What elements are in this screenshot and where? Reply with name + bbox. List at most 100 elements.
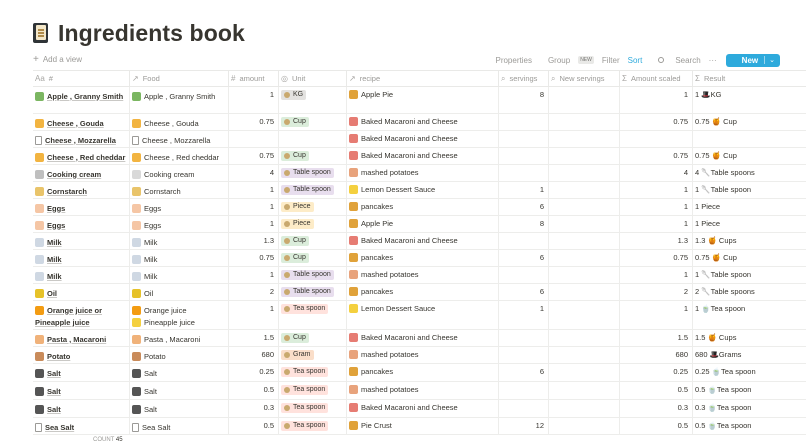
cell-food[interactable]: Cheese , Gouda — [130, 114, 229, 130]
cell-name[interactable]: Pasta , Macaroni — [33, 330, 130, 346]
cell-amount-scaled[interactable]: 1 — [620, 267, 693, 283]
cell-name[interactable]: Orange juice or Pineapple juice — [33, 301, 130, 329]
cell-new-servings[interactable] — [549, 418, 620, 434]
cell-amount[interactable]: 1 — [229, 267, 279, 283]
cell-name[interactable]: Cooking cream — [33, 165, 130, 181]
cell-food[interactable]: Cheese , Mozzarella — [130, 131, 229, 147]
cell-name[interactable]: Eggs — [33, 216, 130, 232]
recipe-relation[interactable]: Baked Macaroni and Cheese — [349, 151, 458, 160]
add-view-button[interactable]: + Add a view — [33, 54, 82, 64]
cell-recipe[interactable]: mashed potatoes — [347, 347, 499, 363]
column-header-name[interactable]: Aa # — [33, 71, 130, 86]
cell-servings[interactable] — [499, 382, 549, 399]
cell-unit[interactable]: Tea spoon — [279, 418, 347, 434]
table-row[interactable]: Milk Milk 1 Table spoon mashed potatoes 1 1 🥄T… — [33, 267, 806, 284]
cell-new-servings[interactable] — [549, 250, 620, 266]
cell-food[interactable]: Sea Salt — [130, 418, 229, 434]
cell-new-servings[interactable] — [549, 148, 620, 164]
cell-amount[interactable] — [229, 131, 279, 147]
cell-recipe[interactable]: Baked Macaroni and Cheese — [347, 233, 499, 249]
cell-name[interactable]: Sea Salt — [33, 418, 130, 434]
cell-amount-scaled[interactable]: 1.3 — [620, 233, 693, 249]
table-row[interactable]: Eggs Eggs 1 Piece Apple Pie 8 1 1 Piece — [33, 216, 806, 233]
cell-result[interactable]: 1 Piece — [693, 216, 806, 232]
more-options-button[interactable]: ··· — [709, 56, 717, 65]
cell-amount[interactable]: 0.75 — [229, 114, 279, 130]
cell-servings[interactable]: 8 — [499, 87, 549, 113]
cell-unit[interactable]: Cup — [279, 233, 347, 249]
recipe-relation[interactable]: pancakes — [349, 367, 393, 376]
cell-new-servings[interactable] — [549, 301, 620, 329]
cell-result[interactable]: 1.5 🍯 Cups — [693, 330, 806, 346]
cell-amount-scaled[interactable]: 0.75 — [620, 114, 693, 130]
cell-servings[interactable]: 6 — [499, 199, 549, 215]
cell-servings[interactable] — [499, 330, 549, 346]
cell-name[interactable]: Cheese , Gouda — [33, 114, 130, 130]
table-row[interactable]: Cooking cream Cooking cream 4 Table spoon ma… — [33, 165, 806, 182]
cell-food[interactable]: Milk — [130, 250, 229, 266]
cell-recipe[interactable]: Baked Macaroni and Cheese — [347, 148, 499, 164]
sort-button[interactable]: Sort — [628, 56, 643, 65]
cell-amount[interactable]: 4 — [229, 165, 279, 181]
search-button[interactable]: Search — [650, 56, 701, 65]
recipe-relation[interactable]: Apple Pie — [349, 90, 393, 99]
cell-amount-scaled[interactable]: 4 — [620, 165, 693, 181]
cell-amount[interactable]: 1 — [229, 199, 279, 215]
cell-result[interactable]: 0.75 🍯 Cup — [693, 250, 806, 266]
recipe-relation[interactable]: mashed potatoes — [349, 350, 419, 359]
cell-food[interactable]: Cheese , Red cheddar — [130, 148, 229, 164]
food-relation[interactable]: Sea Salt — [132, 421, 170, 433]
cell-unit[interactable]: Tea spoon — [279, 301, 347, 329]
column-header-amount[interactable]: # amount — [229, 71, 279, 86]
cell-food[interactable]: Cornstarch — [130, 182, 229, 198]
table-row[interactable]: Cheese , Gouda Cheese , Gouda 0.75 Cup Baked… — [33, 114, 806, 131]
cell-food[interactable]: Milk — [130, 267, 229, 283]
cell-food[interactable]: Milk — [130, 233, 229, 249]
cell-food[interactable]: Salt — [130, 400, 229, 417]
cell-new-servings[interactable] — [549, 216, 620, 232]
cell-amount[interactable]: 0.75 — [229, 148, 279, 164]
table-row[interactable]: Potato Potato 680 Gram mashed potatoes 680 680… — [33, 347, 806, 364]
cell-servings[interactable] — [499, 347, 549, 363]
cell-unit[interactable]: Cup — [279, 114, 347, 130]
cell-food[interactable]: Orange juice Pineapple juice — [130, 301, 229, 329]
food-relation[interactable]: Eggs — [132, 219, 161, 231]
table-row[interactable]: Eggs Eggs 1 Piece pancakes 6 1 1 Piece — [33, 199, 806, 216]
book-icon[interactable] — [33, 22, 51, 44]
cell-recipe[interactable]: pancakes — [347, 199, 499, 215]
cell-name[interactable]: Potato — [33, 347, 130, 363]
cell-recipe[interactable]: mashed potatoes — [347, 382, 499, 399]
cell-amount-scaled[interactable]: 680 — [620, 347, 693, 363]
food-relation[interactable]: Orange juice — [132, 304, 195, 316]
food-relation[interactable]: Pineapple juice — [132, 316, 195, 328]
table-row[interactable]: Milk Milk 0.75 Cup pancakes 6 0.75 0.75 🍯 Cup — [33, 250, 806, 267]
recipe-relation[interactable]: pancakes — [349, 253, 393, 262]
recipe-relation[interactable]: Baked Macaroni and Cheese — [349, 134, 458, 143]
cell-new-servings[interactable] — [549, 330, 620, 346]
cell-servings[interactable] — [499, 165, 549, 181]
cell-food[interactable]: Oil — [130, 284, 229, 300]
group-button[interactable]: Group NEW — [540, 56, 594, 65]
cell-amount-scaled[interactable]: 1 — [620, 199, 693, 215]
cell-servings[interactable]: 1 — [499, 301, 549, 329]
recipe-relation[interactable]: Pie Crust — [349, 421, 392, 430]
cell-food[interactable]: Eggs — [130, 216, 229, 232]
cell-recipe[interactable]: mashed potatoes — [347, 267, 499, 283]
column-header-amount-scaled[interactable]: Σ Amount scaled — [620, 71, 693, 86]
table-row[interactable]: Cheese , Red cheddar Cheese , Red cheddar… — [33, 148, 806, 165]
cell-recipe[interactable]: Baked Macaroni and Cheese — [347, 400, 499, 417]
cell-amount-scaled[interactable]: 0.5 — [620, 418, 693, 434]
table-row[interactable]: Orange juice or Pineapple juice Orange jui… — [33, 301, 806, 330]
cell-amount[interactable]: 0.3 — [229, 400, 279, 417]
cell-amount-scaled[interactable]: 2 — [620, 284, 693, 300]
cell-amount[interactable]: 1 — [229, 182, 279, 198]
cell-result[interactable]: 0.5 🍵Tea spoon — [693, 418, 806, 434]
cell-recipe[interactable]: Baked Macaroni and Cheese — [347, 131, 499, 147]
page-title[interactable]: Ingredients book — [58, 20, 245, 47]
table-row[interactable]: Salt Salt 0.25 Tea spoon pancakes 6 0.25 0.25 🍵… — [33, 364, 806, 382]
cell-name[interactable]: Cheese , Mozzarella — [33, 131, 130, 147]
recipe-relation[interactable]: Baked Macaroni and Cheese — [349, 236, 458, 245]
cell-unit[interactable]: Table spoon — [279, 182, 347, 198]
cell-result[interactable]: 0.5 🍵Tea spoon — [693, 382, 806, 399]
recipe-relation[interactable]: Baked Macaroni and Cheese — [349, 333, 458, 342]
